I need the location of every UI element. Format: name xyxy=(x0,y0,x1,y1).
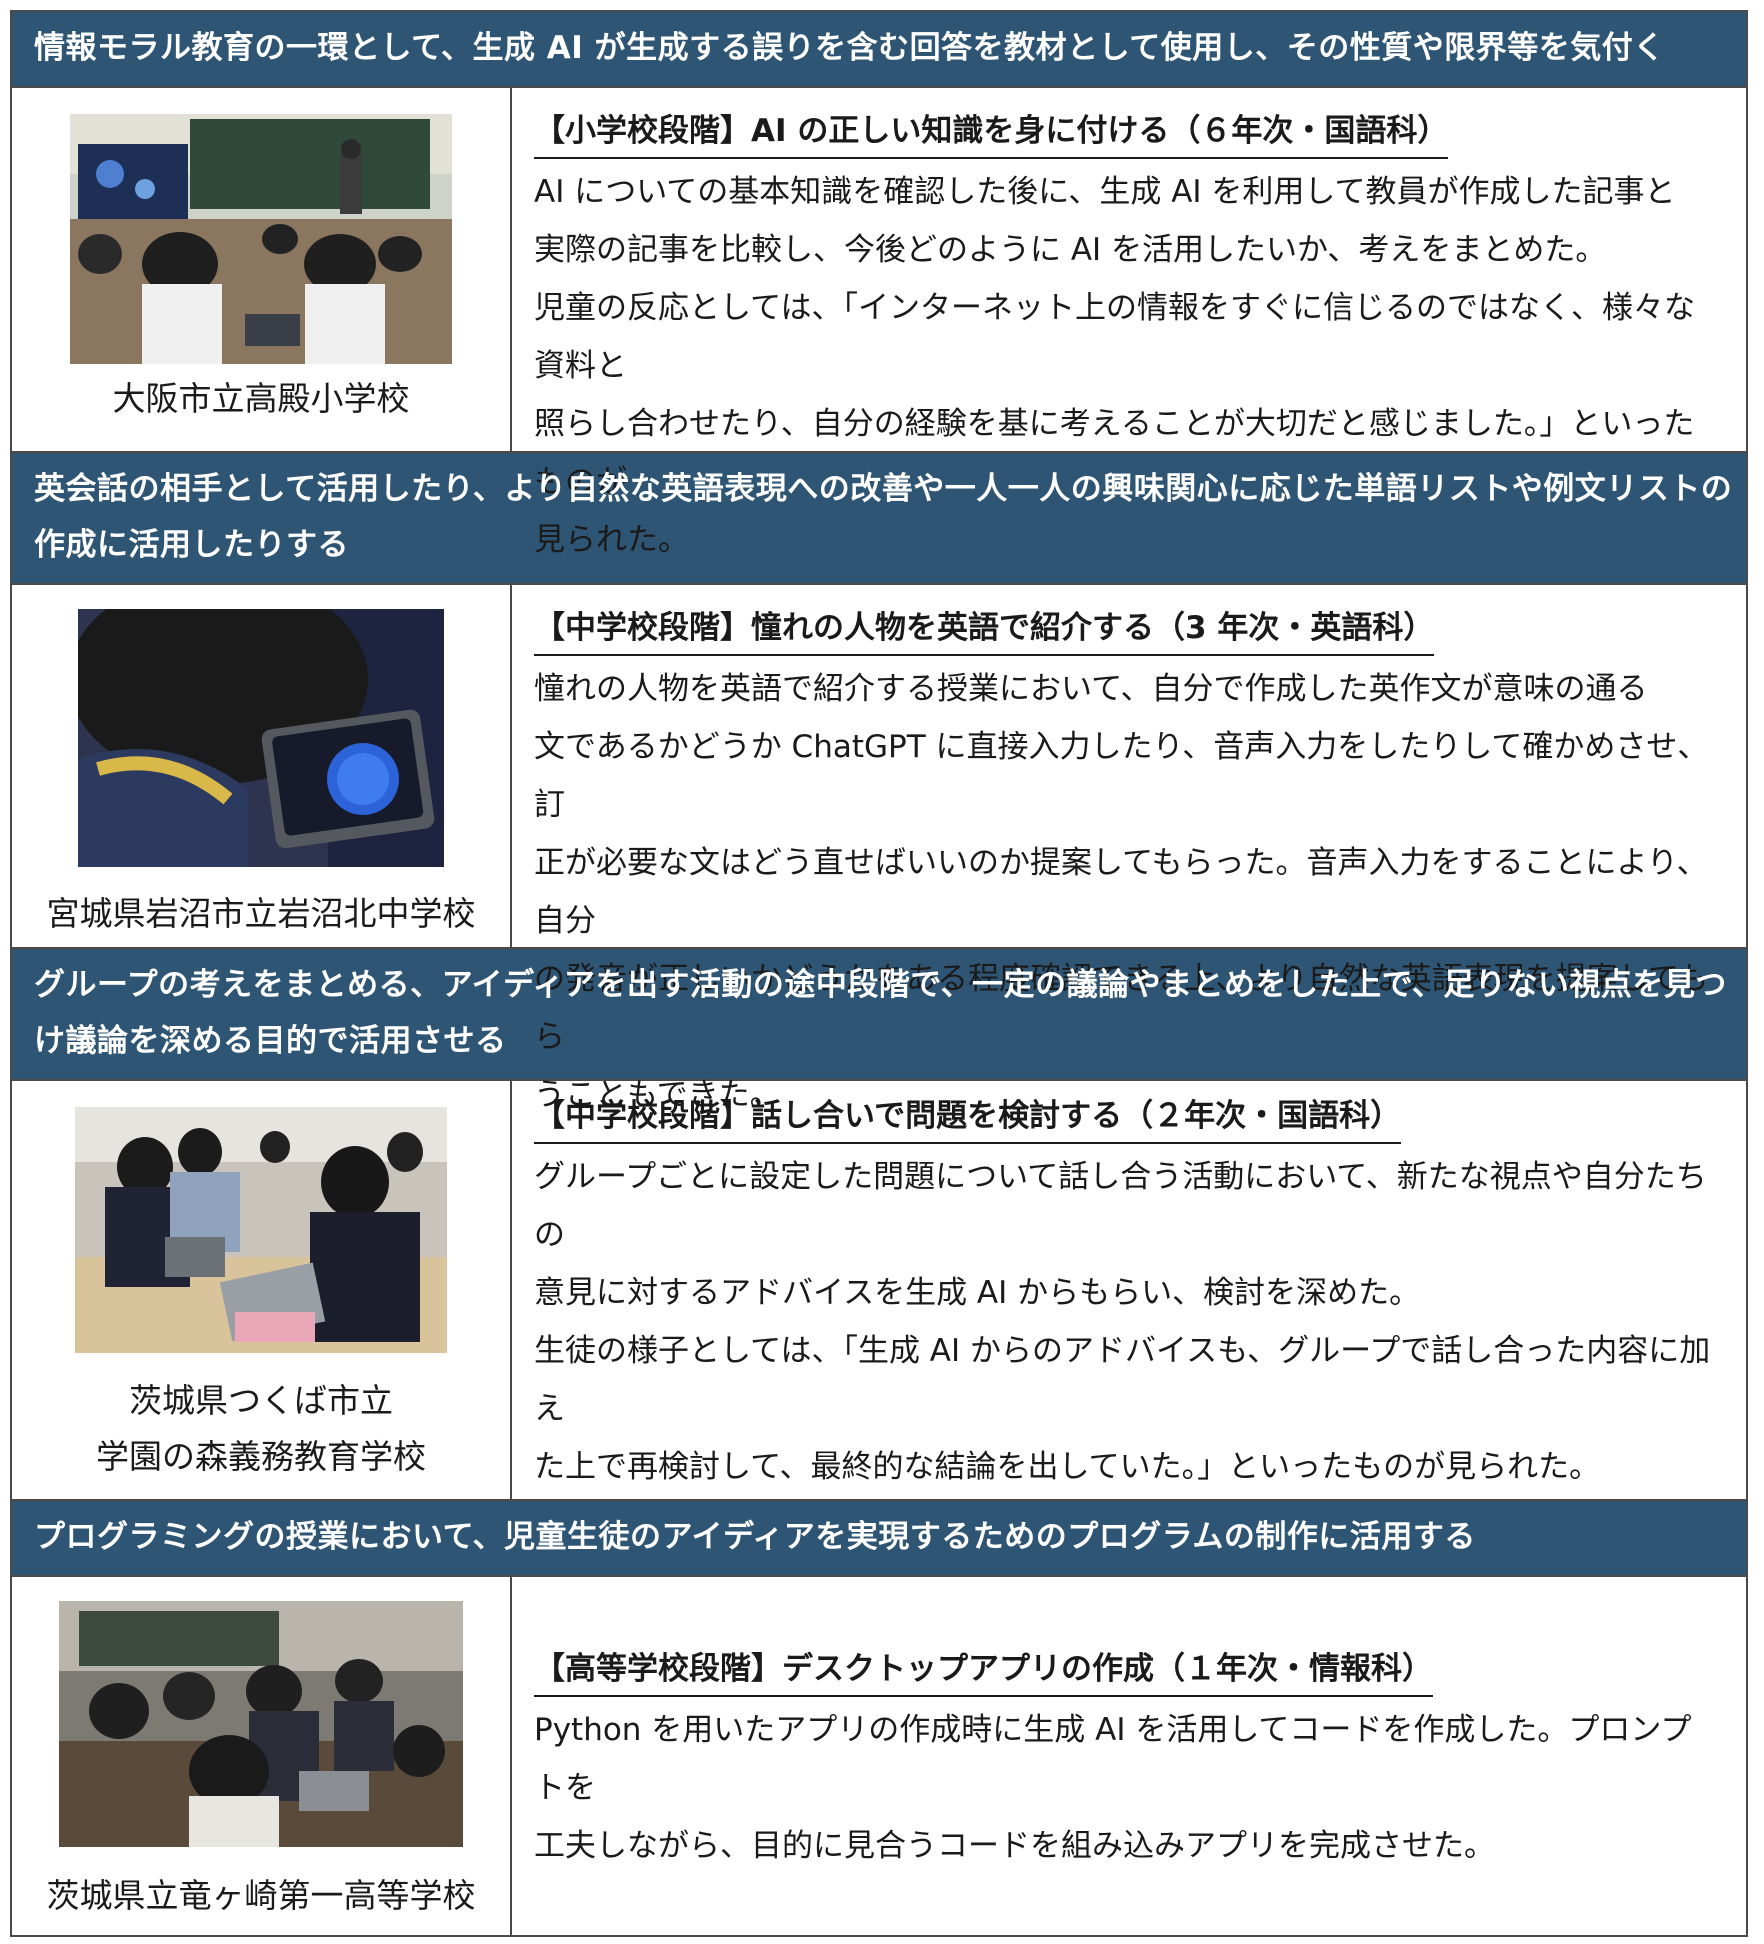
school-name-line: 茨城県立竜ヶ崎第一高等学校 xyxy=(46,1876,476,1915)
case-text-line: 工夫しながら、目的に見合うコードを組み込みアプリを完成させた。 xyxy=(534,1827,1495,1864)
school-name: 宮城県岩沼市立岩沼北中学校 xyxy=(47,885,476,943)
case-text-line: 正が必要な文はどう直せばいいのか提案してもらった。音声入力をすることにより、自分 xyxy=(534,845,1708,939)
school-name-line: 大阪市立高殿小学校 xyxy=(112,379,410,418)
case-row: 宮城県岩沼市立岩沼北中学校 【中学校段階】憧れの人物を英語で紹介する（3 年次・… xyxy=(12,585,1746,1113)
case-description: 【高等学校段階】デスクトップアプリの作成（１年次・情報科） Python を用い… xyxy=(512,1577,1746,1935)
case-row: 茨城県立竜ヶ崎第一高等学校 【高等学校段階】デスクトップアプリの作成（１年次・情… xyxy=(12,1577,1746,1935)
section-header: 情報モラル教育の一環として、生成 AI が生成する誤りを含む回答を教材として使用… xyxy=(12,12,1746,88)
case-text-line: 見られた。 xyxy=(534,522,689,558)
case-title: 【高等学校段階】デスクトップアプリの作成（１年次・情報科） xyxy=(534,1643,1433,1697)
case-text-line: た上で再検討して、最終的な結論を出していた。」といったものが見られた。 xyxy=(534,1448,1601,1485)
school-name-line: 宮城県岩沼市立岩沼北中学校 xyxy=(46,894,476,933)
case-text-line: 憧れの人物を英語で紹介する授業において、自分で作成した英作文が意味の通る xyxy=(534,671,1648,707)
case-text-line: Python を用いたアプリの作成時に生成 AI を活用してコードを作成した。プ… xyxy=(534,1711,1692,1806)
case-description: 【中学校段階】話し合いで問題を検討する（２年次・国語科） グループごとに設定した… xyxy=(512,1081,1746,1499)
student-tablet-photo xyxy=(78,609,444,867)
case-title: 【中学校段階】憧れの人物を英語で紹介する（3 年次・英語科） xyxy=(534,602,1435,656)
case-title: 【小学校段階】AI の正しい知識を身に付ける（６年次・国語科） xyxy=(534,105,1449,159)
case-description: 【中学校段階】憧れの人物を英語で紹介する（3 年次・英語科） 憧れの人物を英語で… xyxy=(512,585,1746,1113)
school-name-line: 茨城県つくば市立 xyxy=(129,1381,393,1420)
case-title: 【中学校段階】話し合いで問題を検討する（２年次・国語科） xyxy=(534,1090,1402,1144)
school-name: 茨城県立竜ヶ崎第一高等学校 xyxy=(47,1867,476,1925)
case-photo-column: 大阪市立高殿小学校 xyxy=(12,88,512,451)
case-text-line: 実際の記事を比較し、今後どのように AI を活用したいか、考えをまとめた。 xyxy=(534,232,1607,268)
school-name: 大阪市立高殿小学校 xyxy=(113,370,410,428)
case-text-line: 意見に対するアドバイスを生成 AI からもらい、検討を深めた。 xyxy=(534,1274,1421,1311)
case-text-line: AI についての基本知識を確認した後に、生成 AI を利用して教員が作成した記事… xyxy=(534,174,1676,210)
case-photo-column: 茨城県立竜ヶ崎第一高等学校 xyxy=(12,1577,512,1935)
school-name: 茨城県つくば市立 学園の森義務教育学校 xyxy=(96,1373,426,1485)
group-discussion-photo xyxy=(75,1107,447,1353)
case-row: 茨城県つくば市立 学園の森義務教育学校 【中学校段階】話し合いで問題を検討する（… xyxy=(12,1081,1746,1501)
case-description: 【小学校段階】AI の正しい知識を身に付ける（６年次・国語科） AI についての… xyxy=(512,88,1746,558)
case-text-line: 児童の反応としては、「インターネット上の情報をすぐに信じるのではなく、様々な資料… xyxy=(534,290,1695,384)
case-photo-column: 茨城県つくば市立 学園の森義務教育学校 xyxy=(12,1081,512,1499)
case-text-line: グループごとに設定した問題について話し合う活動において、新たな視点や自分たちの xyxy=(534,1158,1707,1253)
case-text-line: 生徒の様子としては、「生成 AI からのアドバイスも、グループで話し合った内容に… xyxy=(534,1332,1711,1427)
case-row: 大阪市立高殿小学校 【小学校段階】AI の正しい知識を身に付ける（６年次・国語科… xyxy=(12,88,1746,558)
programming-class-photo xyxy=(59,1601,463,1847)
case-photo-column: 宮城県岩沼市立岩沼北中学校 xyxy=(12,585,512,947)
case-table: 情報モラル教育の一環として、生成 AI が生成する誤りを含む回答を教材として使用… xyxy=(10,10,1748,1937)
section-header: プログラミングの授業において、児童生徒のアイディアを実現するためのプログラムの制… xyxy=(12,1501,1746,1577)
classroom-photo xyxy=(70,114,452,364)
case-text-line: 文であるかどうか ChatGPT に直接入力したり、音声入力をしたりして確かめさ… xyxy=(534,729,1709,823)
school-name-line: 学園の森義務教育学校 xyxy=(96,1437,426,1476)
